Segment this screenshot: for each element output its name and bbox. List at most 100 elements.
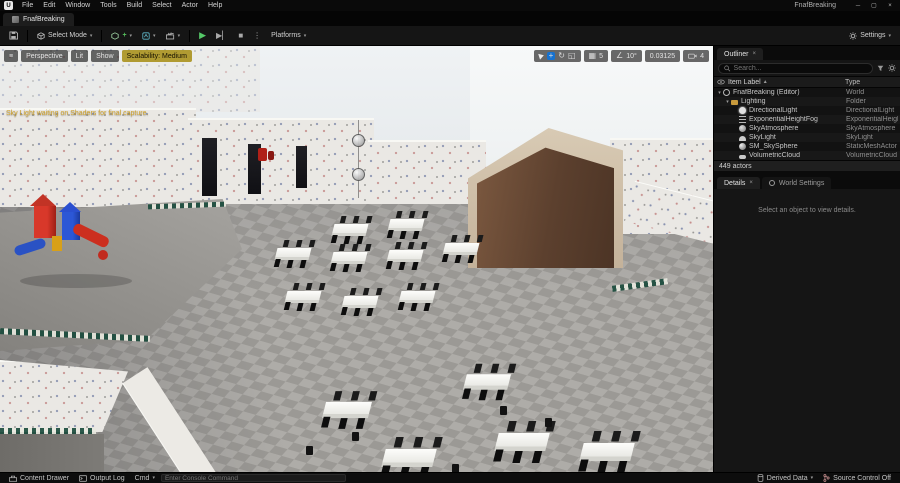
- scalability-button[interactable]: Scalability: Medium: [121, 50, 192, 62]
- outliner-row[interactable]: SkyLight SkyLight: [714, 133, 900, 142]
- dining-table[interactable]: [322, 401, 372, 419]
- blueprints-dropdown[interactable]: ▾: [138, 30, 160, 42]
- animatronic-actor[interactable]: [268, 151, 274, 160]
- stop-button[interactable]: ■: [234, 30, 247, 42]
- chair[interactable]: [500, 406, 507, 415]
- dining-table[interactable]: [381, 449, 437, 467]
- console-command-input[interactable]: [160, 474, 346, 482]
- level-viewport[interactable]: Sky Light waiting on Shaders for final c…: [0, 46, 713, 472]
- outliner-search-box[interactable]: [718, 62, 873, 74]
- dining-table[interactable]: [579, 443, 635, 461]
- directional-light-gizmo[interactable]: [352, 134, 365, 147]
- expander-icon[interactable]: ▾: [724, 99, 731, 105]
- play-options-kebab[interactable]: ⋮: [249, 30, 265, 42]
- outliner-row[interactable]: ▾ Lighting Folder: [714, 97, 900, 106]
- menu-item-build[interactable]: Build: [122, 2, 148, 9]
- play-button[interactable]: ▶: [195, 29, 210, 42]
- dining-table[interactable]: [331, 224, 369, 236]
- sky-light-gizmo[interactable]: [352, 168, 365, 181]
- tab-details[interactable]: Details ×: [717, 177, 760, 189]
- outliner-row[interactable]: SM_SkySphere StaticMeshActor: [714, 142, 900, 151]
- chevron-down-icon: ▾: [89, 32, 93, 39]
- outliner-row[interactable]: VolumetricCloud VolumetricCloud: [714, 151, 900, 160]
- menu-item-select[interactable]: Select: [147, 2, 176, 9]
- close-tab-icon[interactable]: ×: [753, 51, 757, 57]
- close-button[interactable]: ×: [882, 3, 898, 9]
- tab-world-settings[interactable]: World Settings: [761, 177, 832, 189]
- menu-item-file[interactable]: File: [17, 2, 38, 9]
- menu-item-window[interactable]: Window: [60, 2, 95, 9]
- dining-table[interactable]: [284, 291, 322, 303]
- source-control-button[interactable]: Source Control Off: [819, 474, 895, 482]
- close-tab-icon[interactable]: ×: [749, 180, 753, 186]
- move-tool-icon[interactable]: +: [546, 52, 556, 60]
- outliner-row[interactable]: DirectionalLight DirectionalLight: [714, 106, 900, 115]
- perspective-dropdown[interactable]: Perspective: [21, 50, 68, 62]
- visibility-eye-icon[interactable]: [717, 79, 725, 85]
- maximize-button[interactable]: ▢: [866, 2, 882, 9]
- chair[interactable]: [352, 432, 359, 441]
- save-button[interactable]: [5, 29, 22, 42]
- outliner-item-label: SkyLight: [749, 134, 776, 141]
- menu-item-actor[interactable]: Actor: [177, 2, 203, 9]
- cmd-dropdown[interactable]: Cmd ▾: [131, 475, 159, 482]
- dining-table[interactable]: [386, 250, 424, 262]
- dining-table[interactable]: [442, 243, 480, 255]
- add-actor-button[interactable]: + ▾: [107, 30, 136, 42]
- chair[interactable]: [545, 418, 552, 427]
- menu-item-help[interactable]: Help: [203, 2, 227, 9]
- rotate-tool-icon[interactable]: ↻: [558, 52, 565, 60]
- minimize-button[interactable]: ─: [850, 3, 866, 9]
- menu-item-edit[interactable]: Edit: [38, 2, 60, 9]
- column-type[interactable]: Type: [845, 79, 897, 86]
- outliner-item-type: SkyLight: [846, 134, 873, 141]
- grid-snap-control[interactable]: ▦ 5: [583, 50, 609, 62]
- folder-icon: [731, 99, 738, 105]
- filter-funnel-icon[interactable]: [877, 65, 884, 72]
- outliner-row[interactable]: ExponentialHeightFog ExponentialHeightFog: [714, 115, 900, 124]
- cinematics-dropdown[interactable]: ▾: [162, 30, 185, 42]
- playground-actor[interactable]: [12, 188, 147, 298]
- dining-table[interactable]: [274, 248, 312, 260]
- viewport-options-button[interactable]: ≡: [4, 50, 19, 62]
- select-tool-icon[interactable]: [537, 52, 545, 60]
- expander-icon[interactable]: ▾: [716, 90, 723, 96]
- animatronic-actor[interactable]: [258, 148, 267, 161]
- platforms-dropdown[interactable]: Platforms ▾: [267, 30, 310, 41]
- menu-item-tools[interactable]: Tools: [95, 2, 121, 9]
- outliner-search-input[interactable]: [733, 64, 867, 72]
- dining-table[interactable]: [462, 374, 512, 390]
- dining-table[interactable]: [494, 433, 550, 451]
- scale-snap-control[interactable]: 0.03125: [644, 50, 681, 62]
- dining-table[interactable]: [341, 296, 379, 308]
- actor-count: 449 actors: [719, 162, 752, 170]
- gear-icon: [849, 31, 857, 40]
- chair[interactable]: [306, 446, 313, 455]
- view-mode-dropdown[interactable]: Lit: [70, 50, 89, 62]
- tab-fnafbreaking[interactable]: FnafBreaking: [3, 13, 74, 26]
- dining-table[interactable]: [398, 291, 436, 303]
- viewport-scene: Sky Light waiting on Shaders for final c…: [0, 46, 713, 472]
- settings-dropdown[interactable]: Settings ▾: [845, 30, 895, 42]
- output-log-button[interactable]: Output Log: [75, 475, 129, 482]
- level-icon: [12, 16, 19, 23]
- content-drawer-button[interactable]: Content Drawer: [5, 475, 73, 482]
- scale-tool-icon[interactable]: ◱: [568, 52, 576, 60]
- column-item-label[interactable]: Item Label ▲: [728, 79, 842, 86]
- outliner-settings-gear-icon[interactable]: [888, 64, 896, 72]
- chair[interactable]: [452, 464, 459, 472]
- derived-data-button[interactable]: Derived Data ▾: [753, 474, 817, 482]
- camera-speed-control[interactable]: 4: [683, 50, 709, 62]
- select-mode-dropdown[interactable]: Select Mode ▾: [33, 30, 96, 42]
- chevron-down-icon: ▾: [177, 32, 181, 39]
- dining-table[interactable]: [330, 252, 368, 264]
- show-dropdown[interactable]: Show: [91, 50, 119, 62]
- dining-table[interactable]: [387, 219, 425, 231]
- frame-skip-button[interactable]: ▶▏: [212, 30, 232, 42]
- tab-outliner[interactable]: Outliner ×: [717, 48, 764, 60]
- outliner-row[interactable]: SkyAtmosphere SkyAtmosphere: [714, 124, 900, 133]
- rotation-snap-control[interactable]: ∠ 10°: [611, 50, 642, 62]
- outliner-row[interactable]: ▾ FnafBreaking (Editor) World: [714, 88, 900, 97]
- floor-mesh[interactable]: [0, 434, 104, 472]
- playground-tower-red: [34, 206, 56, 238]
